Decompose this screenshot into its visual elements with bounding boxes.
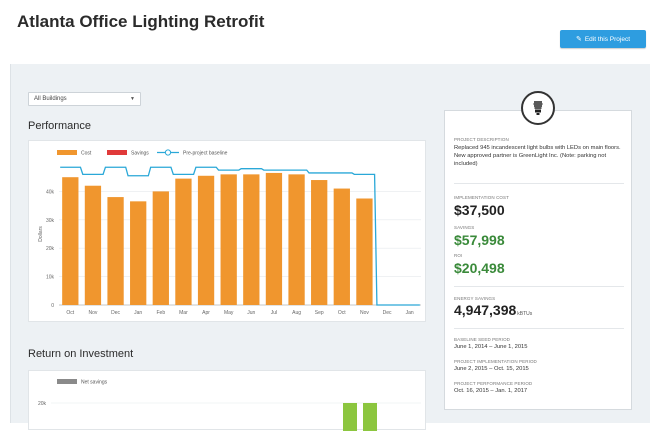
y-tick-label: 0 xyxy=(51,303,54,309)
y-tick-label: 20k xyxy=(38,401,47,407)
legend-swatch-net-savings xyxy=(57,379,77,384)
roi-label: ROI xyxy=(454,253,463,258)
legend-label-savings: Savings xyxy=(131,151,149,157)
cost-bar xyxy=(197,175,215,305)
savings-label: SAVINGS xyxy=(454,225,475,230)
cost-bar xyxy=(84,185,102,305)
y-axis-label: Dollars xyxy=(38,226,44,242)
x-tick-label: Oct xyxy=(338,310,346,316)
cost-bar xyxy=(356,198,373,305)
energy-label: ENERGY SAVINGS xyxy=(454,296,496,301)
energy-value: 4,947,398kBTUs xyxy=(454,302,532,318)
page-title: Atlanta Office Lighting Retrofit xyxy=(17,12,265,31)
x-tick-label: Jan xyxy=(406,310,414,316)
edit-project-label: Edit this Project xyxy=(584,35,631,43)
implementation-period: June 2, 2015 – Oct. 15, 2015 xyxy=(454,366,529,372)
page-header: Atlanta Office Lighting Retrofit ✎ Edit … xyxy=(0,0,658,64)
cost-bar xyxy=(243,174,260,305)
building-filter-value: All Buildings xyxy=(34,96,67,102)
project-summary-panel: PROJECT DESCRIPTION Replaced 945 incande… xyxy=(444,110,632,410)
description-label: PROJECT DESCRIPTION xyxy=(454,137,509,142)
implementation-label: PROJECT IMPLEMENTATION PERIOD xyxy=(454,359,537,364)
lightbulb-icon-glyph xyxy=(533,101,543,115)
performance-period-label: PROJECT PERFORMANCE PERIOD xyxy=(454,381,533,386)
legend-swatch-savings xyxy=(107,150,127,155)
y-tick-label: 40k xyxy=(46,189,55,195)
x-tick-label: Jan xyxy=(134,310,142,316)
x-tick-label: Dec xyxy=(383,310,392,316)
cost-bar xyxy=(311,180,328,305)
roi-chart: Net savings 20k xyxy=(28,370,426,436)
x-tick-label: Jun xyxy=(247,310,255,316)
cost-bar xyxy=(62,177,79,305)
x-tick-label: Oct xyxy=(66,310,74,316)
cost-label: IMPLEMENTATION COST xyxy=(454,195,509,200)
savings-value: $57,998 xyxy=(454,232,505,248)
x-tick-label: Dec xyxy=(111,310,120,316)
lightbulb-icon xyxy=(521,91,555,125)
performance-title: Performance xyxy=(28,120,91,132)
net-savings-bar xyxy=(363,403,377,436)
x-tick-label: Feb xyxy=(157,310,166,316)
legend-label-net-savings: Net savings xyxy=(81,380,108,386)
cost-bar xyxy=(107,197,124,305)
cost-bar xyxy=(220,174,237,305)
energy-unit: kBTUs xyxy=(517,311,533,317)
y-tick-label: 30k xyxy=(46,218,55,224)
cost-bar xyxy=(288,174,305,305)
legend-swatch-cost xyxy=(57,150,77,155)
performance-period: Oct. 16, 2015 – Jan. 1, 2017 xyxy=(454,388,528,394)
chevron-down-icon: ▼ xyxy=(130,96,135,102)
divider xyxy=(454,328,624,329)
cost-bar xyxy=(175,178,192,305)
y-tick-label: 20k xyxy=(46,246,55,252)
performance-chart: 0 10k 20k 30k 40k Dollars Oct Nov Dec Jan Feb Mar Ap… xyxy=(28,140,426,322)
cost-bar xyxy=(333,188,350,305)
x-tick-label: Aug xyxy=(292,310,301,316)
divider xyxy=(454,183,624,184)
x-tick-label: Nov xyxy=(88,310,97,316)
x-tick-label: Sep xyxy=(315,310,324,316)
net-savings-bar xyxy=(343,403,357,436)
legend-label-cost: Cost xyxy=(81,151,92,157)
baseline-period: June 1, 2014 – June 1, 2015 xyxy=(454,344,528,350)
roi-title: Return on Investment xyxy=(28,348,134,360)
divider xyxy=(454,286,624,287)
x-tick-label: Mar xyxy=(179,310,188,316)
roi-chart-svg: Net savings 20k xyxy=(38,379,421,436)
y-tick-label: 10k xyxy=(46,275,55,281)
legend-label-baseline: Pre-project baseline xyxy=(183,151,228,157)
roi-value: $20,498 xyxy=(454,260,505,276)
cost-bar xyxy=(265,172,283,305)
cost-bar xyxy=(152,191,169,305)
performance-chart-svg: 0 10k 20k 30k 40k Dollars Oct Nov Dec Jan Feb Mar Ap… xyxy=(38,149,421,316)
x-tick-label: Apr xyxy=(202,310,210,316)
cost-bar xyxy=(130,201,147,305)
energy-number: 4,947,398 xyxy=(454,302,517,318)
project-description: Replaced 945 incandescent light bulbs wi… xyxy=(454,145,621,167)
cost-value: $37,500 xyxy=(454,202,505,218)
legend-marker-baseline xyxy=(164,149,172,156)
edit-project-button[interactable]: ✎ Edit this Project xyxy=(560,30,646,48)
edit-icon: ✎ xyxy=(575,36,582,43)
x-tick-label: Jul xyxy=(271,310,277,316)
x-tick-label: May xyxy=(224,310,234,316)
baseline-label: BASELINE SEED PERIOD xyxy=(454,337,511,342)
x-tick-label: Nov xyxy=(360,310,369,316)
building-filter-select[interactable]: All Buildings ▼ xyxy=(28,92,141,106)
